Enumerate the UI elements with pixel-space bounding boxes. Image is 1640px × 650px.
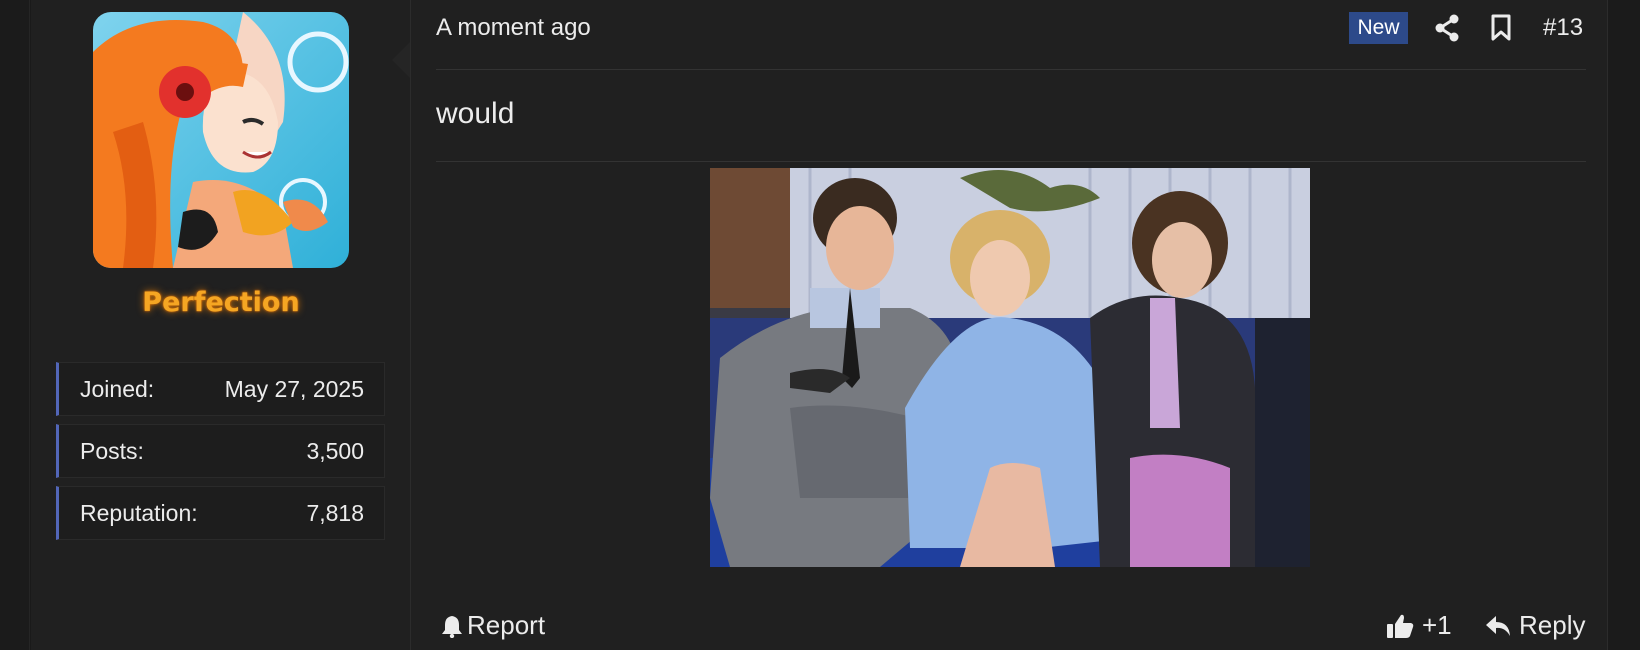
stat-label: Joined: (80, 375, 155, 402)
body-divider (436, 161, 1586, 162)
stat-posts: Posts: 3,500 (56, 424, 385, 478)
thumbs-up-icon (1386, 613, 1414, 639)
reply-label: Reply (1519, 610, 1586, 640)
header-divider (436, 69, 1586, 70)
stat-label: Posts: (80, 437, 144, 464)
like-count: +1 (1422, 610, 1452, 640)
stat-value: 3,500 (306, 437, 364, 464)
reply-icon (1485, 614, 1511, 638)
share-icon[interactable] (1434, 14, 1460, 42)
post-pointer-arrow (392, 42, 410, 78)
username[interactable]: Perfection (31, 287, 411, 318)
post-image[interactable] (710, 168, 1310, 567)
bookmark-icon[interactable] (1489, 13, 1513, 43)
post-body-text: would (436, 97, 515, 130)
right-gutter (1608, 0, 1640, 650)
like-button[interactable]: +1 (1386, 610, 1452, 641)
stat-value: 7,818 (306, 499, 364, 526)
avatar-image (93, 12, 349, 268)
report-button[interactable]: Report (441, 610, 545, 641)
new-badge: New (1349, 12, 1408, 44)
stat-reputation: Reputation: 7,818 (56, 486, 385, 540)
left-gutter (0, 0, 30, 650)
avatar[interactable] (93, 12, 349, 268)
stat-value: May 27, 2025 (224, 375, 364, 402)
post-timestamp[interactable]: A moment ago (436, 14, 591, 42)
stat-joined: Joined: May 27, 2025 (56, 362, 385, 416)
post-number-link[interactable]: #13 (1543, 14, 1583, 42)
bell-icon (441, 614, 463, 638)
reply-button[interactable]: Reply (1485, 610, 1585, 641)
stat-label: Reputation: (80, 499, 198, 526)
report-label: Report (467, 610, 546, 640)
